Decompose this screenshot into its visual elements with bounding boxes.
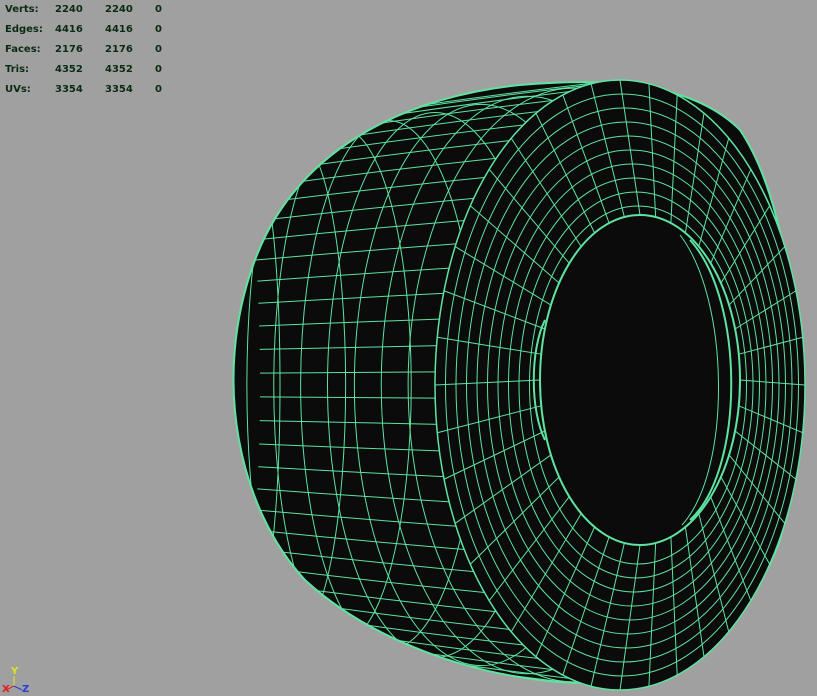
hud-row-total: 2240 [55, 4, 83, 15]
hud-row-label: Verts: [5, 4, 39, 15]
hud-row-hidden: 0 [155, 64, 162, 75]
axis-x-label: X [2, 684, 10, 695]
hud-row-label: Tris: [5, 64, 30, 75]
hud-row-hidden: 0 [155, 24, 162, 35]
axis-indicator: Y X Z [0, 664, 40, 696]
hud-row-total: 4352 [55, 64, 83, 75]
hud-row-label: Faces: [5, 44, 41, 55]
hud-row-label: UVs: [5, 84, 31, 95]
hud-row-selected: 2240 [105, 4, 133, 15]
rim-opening [539, 214, 741, 546]
hud-row-total: 3354 [55, 84, 83, 95]
3d-viewport[interactable] [0, 0, 817, 696]
axis-z-label: Z [22, 684, 30, 695]
hud-row-total: 2176 [55, 44, 83, 55]
hud-row-hidden: 0 [155, 44, 162, 55]
hud-row-selected: 2176 [105, 44, 133, 55]
hud-row-label: Edges: [5, 24, 43, 35]
hud-row-selected: 3354 [105, 84, 133, 95]
hud-row-selected: 4416 [105, 24, 133, 35]
hud-row-hidden: 0 [155, 84, 162, 95]
hud-row-selected: 4352 [105, 64, 133, 75]
axis-y-label: Y [11, 666, 19, 677]
hud-row-total: 4416 [55, 24, 83, 35]
hud-row-hidden: 0 [155, 4, 162, 15]
tire-mesh[interactable] [220, 79, 806, 691]
